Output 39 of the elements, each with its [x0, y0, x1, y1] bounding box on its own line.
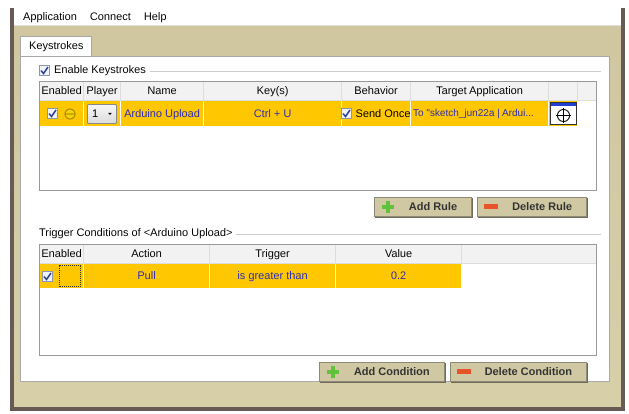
focus-rectangle	[59, 265, 81, 287]
delete-button[interactable]: Delete Rule	[477, 197, 587, 217]
delete-button[interactable]: Delete Condition	[450, 362, 587, 382]
column-header[interactable]: Enabled	[40, 82, 84, 100]
table-cell: Send Once	[355, 108, 411, 120]
table-cell: 0.2	[336, 264, 462, 288]
minus-icon	[484, 204, 498, 210]
checkbox[interactable]	[42, 270, 53, 282]
section-title: Trigger Conditions of <Arduino Upload>	[39, 227, 232, 239]
checkbox[interactable]	[39, 64, 50, 76]
column-header[interactable]: Player	[84, 82, 121, 100]
plus-icon	[326, 365, 340, 379]
window-target-icon[interactable]	[550, 102, 576, 125]
column-header[interactable]: Value	[336, 245, 462, 263]
plus-icon	[380, 200, 395, 214]
column-header[interactable]: Enabled	[40, 245, 84, 263]
column-header[interactable]: Name	[121, 82, 204, 100]
menu-item[interactable]: Application	[18, 10, 85, 22]
column-header[interactable]: Behavior	[342, 82, 411, 100]
tab[interactable]: Keystrokes	[20, 36, 92, 56]
checkbox[interactable]	[341, 108, 352, 119]
table-cell: is greater than	[210, 264, 336, 288]
table-cell: Arduino Upload	[121, 101, 204, 126]
menu-item[interactable]: Connect	[84, 10, 139, 22]
table-cell: To "sketch_jun22a | Ardui...	[411, 101, 549, 126]
menu-item[interactable]: Help	[138, 10, 174, 22]
column-header[interactable]: Target Application	[411, 82, 549, 100]
table-cell: Pull	[84, 264, 210, 288]
column-header[interactable]: Key(s)	[204, 82, 342, 100]
player-dropdown[interactable]: 1	[87, 104, 117, 124]
caret-icon	[108, 112, 112, 116]
checkbox[interactable]	[47, 108, 58, 119]
checkbox-label: Enable Keystrokes	[54, 64, 146, 76]
minus-icon	[456, 369, 471, 375]
column-header[interactable]: Trigger	[210, 245, 336, 263]
add-button[interactable]: Add Rule	[374, 197, 472, 217]
column-header[interactable]: Action	[84, 245, 210, 263]
table-cell: Ctrl + U	[204, 101, 342, 126]
add-button[interactable]: Add Condition	[318, 362, 445, 382]
